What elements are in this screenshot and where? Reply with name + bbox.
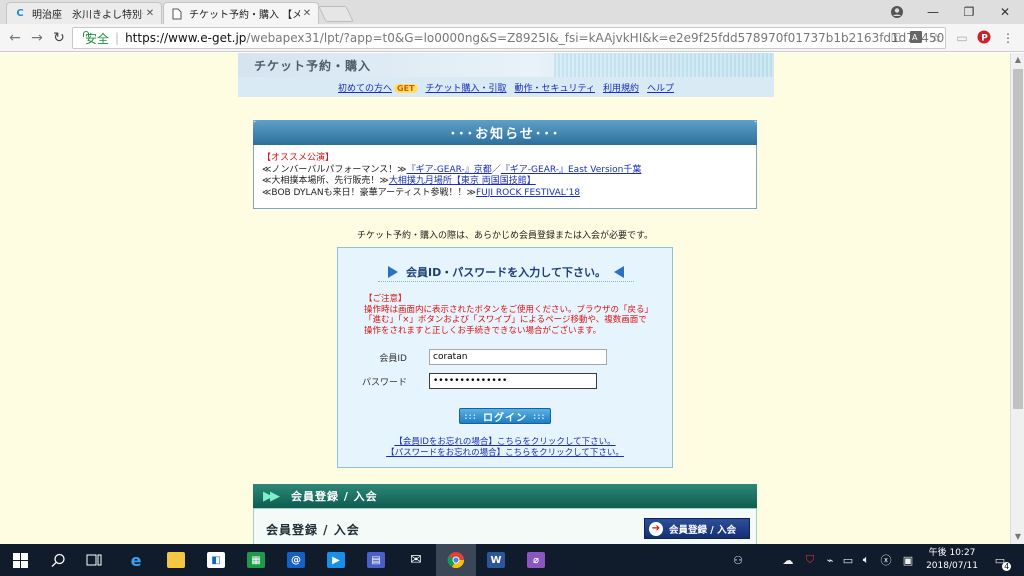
chrome-icon[interactable]: [436, 544, 476, 576]
nav-first-time[interactable]: 初めての方へ GET: [338, 81, 418, 94]
close-circle-icon[interactable]: ⓧ: [876, 544, 896, 576]
address-bar[interactable]: 安全 | https://www.e-get.jp/webapex31/lpt/…: [72, 27, 946, 49]
registration-bar-title: 会員登録 / 入会: [291, 490, 378, 503]
battery-icon[interactable]: ▭: [838, 544, 858, 576]
nav-ticket-purchase[interactable]: チケット購入・引取: [426, 81, 507, 94]
close-icon[interactable]: ✕: [300, 8, 314, 19]
notice-box: ･･･お知らせ･･･ 【オススメ公演】 ≪ノンバーバルパフォーマンス！≫『ギア-…: [253, 120, 757, 209]
task-view-icon[interactable]: [74, 544, 114, 576]
vertical-scrollbar[interactable]: ▲ ▼: [1010, 53, 1024, 544]
new-tab-button[interactable]: [318, 6, 354, 22]
reload-icon[interactable]: ↻: [50, 29, 68, 47]
get-logo-icon: GET: [394, 83, 418, 93]
notice-item: ≪ノンバーバルパフォーマンス！≫『ギア-GEAR-』京都／『ギア-GEAR-』E…: [262, 164, 642, 175]
scroll-up-icon[interactable]: ▲: [1011, 53, 1024, 67]
security-app-icon[interactable]: ⛉: [800, 544, 820, 576]
registration-title: 会員登録 / 入会: [266, 523, 360, 537]
back-arrow-icon[interactable]: ←: [6, 29, 24, 47]
scroll-thumb[interactable]: [1013, 69, 1023, 409]
browser-toolbar: ← → ↻ 安全 | https://www.e-get.jp/webapex3…: [0, 24, 1024, 52]
member-id-row: 会員ID: [337, 349, 607, 365]
tab-ticket[interactable]: チケット予約・購入 【メニュ ✕: [163, 2, 319, 24]
key-icon[interactable]: ⚿: [888, 30, 904, 46]
tab-title: 明治座 氷川きよし特別公: [32, 10, 143, 21]
calculator-icon[interactable]: ▤: [356, 544, 396, 576]
site-nav: 初めての方へ GET チケット購入・引取 動作・セキュリティ 利用規約 ヘルプ: [238, 77, 774, 97]
restore-icon[interactable]: ❐: [952, 0, 986, 24]
tab-meijiza[interactable]: C 明治座 氷川きよし特別公 ✕: [6, 2, 162, 24]
member-id-label: 会員ID: [379, 353, 407, 364]
site-header: チケット予約・購入 初めての方へ GET チケット購入・引取 動作・セキュリティ …: [238, 53, 774, 97]
bookmark-star-icon[interactable]: ☆: [928, 30, 944, 46]
file-explorer-icon[interactable]: [156, 544, 196, 576]
menu-icon[interactable]: ⋮: [1000, 30, 1016, 46]
people-icon[interactable]: ⚇: [728, 544, 748, 576]
onedrive-icon[interactable]: ☁: [778, 544, 798, 576]
edge-icon[interactable]: e: [116, 544, 156, 576]
word-icon[interactable]: W: [476, 544, 516, 576]
forgot-links: 【会員IDをお忘れの場合】こちらをクリックして下さい。 【パスワードをお忘れの場…: [337, 437, 673, 458]
minimize-icon[interactable]: —: [916, 0, 950, 24]
extension-icon[interactable]: ▭: [954, 30, 970, 46]
registration-bar: ▶▶ 会員登録 / 入会: [253, 484, 757, 508]
action-center-icon[interactable]: ▭ 4: [986, 544, 1014, 576]
forgot-password-link[interactable]: 【パスワードをお忘れの場合】こちらをクリックして下さい。: [337, 448, 673, 459]
volume-icon[interactable]: 🔈︎: [856, 544, 876, 576]
mail-icon[interactable]: ✉: [396, 544, 436, 576]
scroll-down-icon[interactable]: ▼: [1011, 530, 1024, 544]
member-id-input[interactable]: [429, 349, 607, 365]
password-label: パスワード: [361, 377, 407, 388]
login-button[interactable]: ::: ログイン:::: [459, 408, 551, 424]
nav-security[interactable]: 動作・セキュリティ: [515, 81, 595, 94]
ime-icon[interactable]: ▣: [898, 544, 918, 576]
profile-icon[interactable]: [880, 0, 914, 24]
media-player-icon[interactable]: ▶: [316, 544, 356, 576]
mail-at-icon[interactable]: @: [276, 544, 316, 576]
password-row: パスワード: [337, 373, 597, 389]
pinterest-icon[interactable]: P: [976, 30, 992, 46]
forward-arrow-icon[interactable]: →: [28, 29, 46, 47]
url-path: /webapex31/lpt/?app=t0&G=lo0000ng&S=Z892…: [246, 31, 946, 45]
svg-text:P: P: [981, 34, 988, 44]
double-chevron-icon: ▶▶: [263, 488, 280, 504]
registration-section: 会員登録 / 入会 ➔ 会員登録 / 入会: [253, 508, 757, 544]
tab-bar: C 明治座 氷川きよし特別公 ✕ チケット予約・購入 【メニュ ✕ — ❐ ✕: [0, 0, 1024, 24]
tab-title: チケット予約・購入 【メニュ: [189, 10, 300, 21]
membership-note: チケット予約・購入の際は、あらかじめ会員登録または入会が必要です。: [356, 231, 654, 241]
page-title: チケット予約・購入: [254, 59, 372, 73]
notice-link-fujirock[interactable]: FUJI ROCK FESTIVAL’18: [476, 188, 580, 198]
close-icon[interactable]: ✕: [143, 8, 157, 19]
close-window-icon[interactable]: ✕: [988, 0, 1022, 24]
site-favicon-icon: C: [16, 8, 24, 19]
search-icon[interactable]: [38, 544, 78, 576]
translate-icon[interactable]: A: [908, 30, 924, 46]
tile-app-icon[interactable]: ▦: [236, 544, 276, 576]
store-icon[interactable]: ◧: [196, 544, 236, 576]
windows-start-icon[interactable]: [0, 544, 40, 576]
notification-count: 4: [1002, 561, 1012, 571]
app-purple-icon[interactable]: ⌀: [516, 544, 556, 576]
windows-taskbar: e ◧ ▦ @ ▶ ▤ ✉ W ⌀ ⚇ ☁ ⛉ ⌁ ▭ 🔈︎ ⓧ ▣ 午後 10…: [0, 544, 1024, 576]
password-input[interactable]: [429, 373, 597, 389]
notice-item: ≪BOB DYLANも来日！豪華アーティスト参戦！！≫FUJI ROCK FES…: [262, 187, 581, 198]
arrow-right-icon: ➔: [649, 521, 663, 536]
nav-help[interactable]: ヘルプ: [647, 81, 674, 94]
notice-title: ･･･お知らせ･･･: [449, 127, 561, 142]
notice-link-gear-chiba[interactable]: 『ギア-GEAR-』East Version千葉: [501, 165, 642, 175]
system-clock[interactable]: 午後 10:27 2018/07/11: [924, 547, 980, 573]
notice-item: ≪大相撲本場所、先行販売！≫大相撲九月場所【東京 両国国技館】: [262, 176, 536, 186]
nav-terms[interactable]: 利用規約: [603, 81, 639, 94]
notice-link-gear-kyoto[interactable]: 『ギア-GEAR-』京都: [407, 165, 492, 175]
register-button[interactable]: ➔ 会員登録 / 入会: [644, 518, 750, 539]
forgot-id-link[interactable]: 【会員IDをお忘れの場合】こちらをクリックして下さい。: [337, 437, 673, 448]
doc-icon: [170, 7, 184, 21]
login-form: 会員ID パスワード :::ログイン::: 【会員IDをお忘れの場合】こちらをク…: [337, 247, 673, 468]
notice-link-sumo[interactable]: 大相撲九月場所【東京 両国国技館】: [389, 176, 536, 186]
svg-text:A: A: [912, 33, 918, 42]
network-icon[interactable]: ⌁: [820, 544, 840, 576]
url-host: https://www.e-get.jp: [125, 31, 247, 45]
notice-heading: 【オススメ公演】: [262, 153, 335, 163]
